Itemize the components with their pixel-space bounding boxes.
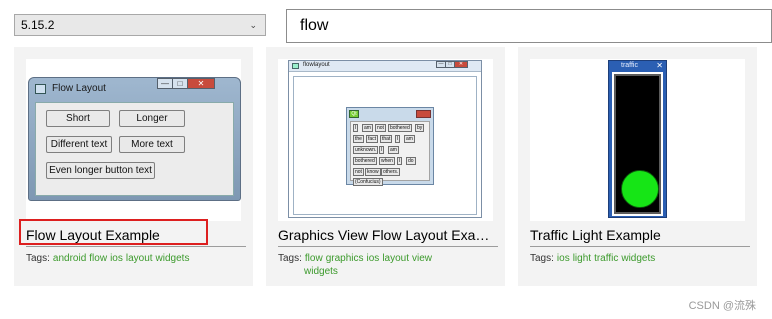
window-client-area: Short Longer Different text More text Ev…	[35, 102, 234, 196]
divider	[278, 246, 498, 247]
word-button: I	[353, 124, 359, 132]
divider	[530, 246, 750, 247]
app-icon	[292, 63, 299, 69]
search-input-value: flow	[300, 17, 329, 34]
word-button: not	[375, 124, 386, 132]
word-button: am	[404, 135, 415, 143]
qt-icon: Qt	[349, 110, 359, 118]
tag[interactable]: ios	[557, 253, 570, 264]
traffic-light-window-preview: traffic ✕	[608, 60, 667, 218]
example-thumbnail[interactable]: flowlayout — □ ✕ Qt I am not bothered by…	[278, 59, 493, 221]
tag[interactable]: flow	[305, 253, 323, 264]
flowlayout-window-preview: flowlayout — □ ✕ Qt I am not bothered by…	[288, 60, 482, 218]
preview-button: Short	[46, 110, 110, 127]
tags-label: Tags:	[26, 253, 50, 264]
tag[interactable]: view	[412, 253, 432, 264]
preview-button: Different text	[46, 136, 112, 153]
word-flow-area: I am not bothered by the fact that I am …	[350, 121, 430, 186]
word-button: (Confucius)	[353, 178, 383, 186]
word-button: am	[362, 124, 373, 132]
traffic-light-body	[614, 74, 661, 214]
word-button: by	[415, 124, 425, 132]
example-thumbnail[interactable]: traffic ✕	[530, 59, 745, 221]
example-card-flow-layout[interactable]: Flow Layout — □ ✕ Short Longer Different…	[14, 47, 253, 286]
example-tags: Tags: ios light traffic widgets	[530, 252, 735, 265]
tag[interactable]: graphics	[326, 253, 364, 264]
minimize-icon: —	[157, 78, 173, 89]
search-input[interactable]: flow	[286, 9, 772, 43]
example-thumbnail[interactable]: Flow Layout — □ ✕ Short Longer Different…	[26, 59, 241, 221]
window-title: Flow Layout	[52, 83, 106, 94]
tag[interactable]: widgets	[304, 266, 338, 277]
tag[interactable]: widgets	[156, 253, 190, 264]
word-button: bothered	[388, 124, 412, 132]
word-button: that	[380, 135, 393, 143]
word-button: I	[395, 135, 401, 143]
tag[interactable]: android	[53, 253, 86, 264]
inner-widget-window: Qt I am not bothered by the fact that I …	[346, 107, 434, 186]
tag[interactable]: ios	[367, 253, 380, 264]
tag[interactable]: flow	[89, 253, 107, 264]
word-button: bothered	[353, 157, 377, 165]
tag[interactable]: light	[573, 253, 591, 264]
close-icon: ✕	[454, 61, 468, 68]
tags-label: Tags:	[278, 253, 302, 264]
word-button: unknown.	[353, 146, 379, 154]
word-button: I	[397, 157, 403, 165]
example-card-graphics-view-flow-layout[interactable]: flowlayout — □ ✕ Qt I am not bothered by…	[266, 47, 505, 286]
word-button: fact	[366, 135, 379, 143]
green-lamp	[621, 170, 659, 208]
window-title: flowlayout	[303, 62, 330, 68]
traffic-light-housing	[612, 72, 663, 216]
flow-layout-window-preview: Flow Layout — □ ✕ Short Longer Different…	[28, 77, 241, 201]
word-button: I	[379, 146, 385, 154]
word-button: know	[365, 168, 381, 176]
window-title: traffic	[621, 62, 638, 69]
tag[interactable]: layout	[382, 253, 409, 264]
example-card-traffic-light[interactable]: traffic ✕ Traffic Light Example Tags: ios…	[518, 47, 757, 286]
tag[interactable]: ios	[110, 253, 123, 264]
window-titlebar: flowlayout — □ ✕	[289, 61, 481, 72]
tags-label: Tags:	[530, 253, 554, 264]
divider	[26, 246, 246, 247]
word-button: the	[353, 135, 364, 143]
preview-button: Even longer button text	[46, 162, 155, 179]
app-icon	[35, 84, 46, 94]
preview-button: Longer	[119, 110, 185, 127]
example-tags: Tags: flow graphics ios layout view widgets	[278, 252, 483, 278]
version-select-value: 5.15.2	[21, 18, 55, 32]
maximize-icon: □	[172, 78, 188, 89]
close-icon: ✕	[656, 61, 663, 70]
close-icon	[416, 110, 431, 118]
word-button: am	[388, 146, 399, 154]
example-title[interactable]: Traffic Light Example	[530, 227, 750, 243]
tag[interactable]: layout	[126, 253, 153, 264]
tag[interactable]: traffic	[594, 253, 618, 264]
window-controls: — □ ✕	[157, 78, 215, 89]
title-highlight-box	[19, 219, 208, 245]
version-select[interactable]: 5.15.2 ⌄	[14, 14, 266, 36]
word-button: not	[353, 168, 364, 176]
tag[interactable]: widgets	[621, 253, 655, 264]
example-title[interactable]: Graphics View Flow Layout Example	[278, 227, 498, 243]
graphics-scene: Qt I am not bothered by the fact that I …	[293, 76, 477, 215]
word-button: when	[379, 157, 395, 165]
chevron-down-icon: ⌄	[249, 19, 257, 30]
word-button: do	[406, 157, 416, 165]
example-tags: Tags: android flow ios layout widgets	[26, 252, 231, 265]
window-controls: — □ ✕	[436, 61, 468, 68]
close-icon: ✕	[187, 78, 215, 89]
watermark: CSDN @流殊	[688, 300, 756, 312]
preview-button: More text	[119, 136, 185, 153]
word-button: others.	[381, 168, 401, 176]
